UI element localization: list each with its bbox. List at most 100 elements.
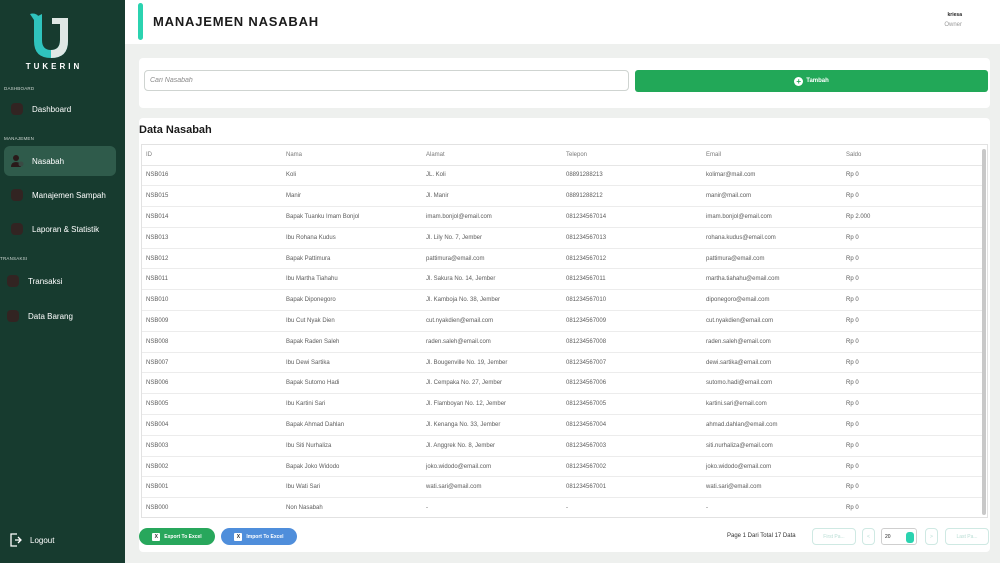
table-cell: Manir: [282, 185, 422, 208]
sidebar-item-laporan-statistik[interactable]: Laporan & Statistik: [4, 214, 116, 244]
next-page-button[interactable]: >: [925, 528, 938, 545]
table-cell: kolimar@mail.com: [702, 165, 842, 187]
column-header[interactable]: Email: [702, 145, 842, 166]
table-cell: 081234567004: [562, 414, 702, 436]
logout-button[interactable]: Logout: [10, 533, 54, 547]
table-row[interactable]: NSB009 Ibu Cut Nyak Dien cut.nyakdien@emai…: [142, 310, 982, 332]
spinner-icon[interactable]: [906, 532, 914, 543]
sidebar: TUKERIN DASHBOARD Dashboard MANAJEMEN Na…: [0, 0, 125, 563]
table-cell: Jl. Bougenville No. 19, Jember: [422, 352, 562, 374]
sidebar-item-transaksi[interactable]: Transaksi: [0, 266, 112, 296]
table-row[interactable]: NSB008 Bapak Raden Saleh raden.saleh@email…: [142, 331, 982, 353]
column-header[interactable]: Nama: [282, 145, 422, 166]
prev-page-button[interactable]: <: [862, 528, 875, 545]
table-cell: Ibu Kartini Sari: [282, 393, 422, 416]
sidebar-item-label: Manajemen Sampah: [32, 190, 106, 200]
table-cell: Rp 0: [842, 227, 982, 249]
table-cell: Jl. Lily No. 7, Jember: [422, 227, 562, 249]
trash-icon: [10, 188, 24, 202]
search-card: + Tambah: [139, 58, 990, 108]
sidebar-item-dashboard[interactable]: Dashboard: [4, 94, 116, 124]
table-cell: Bapak Ahmad Dahlan: [282, 414, 422, 436]
table-title: Data Nasabah: [139, 124, 212, 136]
section-label-transaksi: TRANSAKSI: [0, 256, 28, 261]
section-label-dashboard: DASHBOARD: [4, 86, 35, 91]
sidebar-item-label: Laporan & Statistik: [32, 224, 100, 234]
sidebar-item-manajemen-sampah[interactable]: Manajemen Sampah: [4, 180, 116, 210]
table-row[interactable]: NSB006 Bapak Sutomo Hadi Jl. Cempaka No. 2…: [142, 372, 982, 395]
transaction-icon: [6, 274, 20, 288]
table-cell: Rp 0: [842, 248, 982, 270]
table-cell: manir@mail.com: [702, 185, 842, 208]
table-scrollbar[interactable]: [982, 149, 986, 515]
table-cell: NSB006: [142, 372, 282, 395]
table-cell: Rp 0: [842, 165, 982, 187]
table-row[interactable]: NSB013 Ibu Rohana Kudus Jl. Lily No. 7, Je…: [142, 227, 982, 249]
table-cell: Rp 0: [842, 352, 982, 374]
add-nasabah-button[interactable]: + Tambah: [635, 70, 988, 92]
table-cell: joko.widodo@email.com: [702, 456, 842, 478]
page-size-value: 20: [885, 533, 891, 540]
table-cell: NSB007: [142, 352, 282, 374]
table-row[interactable]: NSB002 Bapak Joko Widodo joko.widodo@email…: [142, 456, 982, 478]
table-cell: Bapak Diponegoro: [282, 289, 422, 312]
sidebar-item-label: Nasabah: [32, 156, 65, 166]
brand-name: TUKERIN: [25, 62, 83, 71]
table-header-row: ID Nama Alamat Telepon Email Saldo: [142, 145, 982, 166]
search-input[interactable]: [144, 70, 629, 91]
table-row[interactable]: NSB004 Bapak Ahmad Dahlan Jl. Kenanga No. …: [142, 414, 982, 436]
table-cell: 081234567012: [562, 248, 702, 270]
table-cell: 081234567010: [562, 289, 702, 312]
table-row[interactable]: NSB014 Bapak Tuanku Imam Bonjol imam.bonjo…: [142, 206, 982, 228]
table-cell: NSB009: [142, 310, 282, 332]
page-header: MANAJEMEN NASABAH kriesa Owner: [125, 0, 1000, 44]
user-name[interactable]: kriesa: [948, 12, 962, 18]
table-cell: diponegoro@email.com: [702, 289, 842, 312]
column-header[interactable]: Alamat: [422, 145, 562, 166]
export-excel-button[interactable]: X Export To Excel: [139, 528, 215, 545]
table-cell: kartini.sari@email.com: [702, 393, 842, 416]
table-row[interactable]: NSB012 Bapak Pattimura pattimura@email.com…: [142, 248, 982, 270]
table-cell: NSB003: [142, 435, 282, 457]
table-cell: Rp 0: [842, 372, 982, 395]
table-cell: NSB002: [142, 456, 282, 478]
logout-label: Logout: [30, 535, 55, 545]
last-page-button[interactable]: Last Pa...: [945, 528, 989, 545]
column-header[interactable]: Telepon: [562, 145, 702, 166]
table-cell: wati.sari@email.com: [702, 476, 842, 499]
table-cell: Ibu Siti Nurhaliza: [282, 435, 422, 457]
table-row[interactable]: NSB000 Non Nasabah - - - Rp 0: [142, 497, 982, 517]
sidebar-item-data-barang[interactable]: Data Barang: [0, 301, 112, 331]
export-label: Export To Excel: [164, 533, 202, 540]
page-size-select[interactable]: 20: [881, 528, 917, 545]
table-row[interactable]: NSB016 Koli JL. Koli 08891288213 kolimar@mai…: [142, 165, 982, 187]
table-cell: cut.nyakdien@email.com: [702, 310, 842, 332]
table-cell: Rp 0: [842, 331, 982, 353]
table-cell: 081234567005: [562, 393, 702, 416]
table-cell: Jl. Kenanga No. 33, Jember: [422, 414, 562, 436]
sidebar-item-nasabah[interactable]: Nasabah: [4, 146, 116, 176]
table-row[interactable]: NSB015 Manir Jl. Manir 08891288212 manir@mai…: [142, 185, 982, 208]
table-cell: 081234567007: [562, 352, 702, 374]
table-row[interactable]: NSB003 Ibu Siti Nurhaliza Jl. Anggrek No. …: [142, 435, 982, 457]
table-row[interactable]: NSB010 Bapak Diponegoro Jl. Kamboja No. 38…: [142, 289, 982, 312]
sidebar-item-label: Dashboard: [32, 104, 72, 114]
table-row[interactable]: NSB005 Ibu Kartini Sari Jl. Flamboyan No. …: [142, 393, 982, 416]
import-excel-button[interactable]: X Import To Excel: [221, 528, 297, 545]
table-cell: Rp 0: [842, 435, 982, 457]
table-cell: sutomo.hadi@email.com: [702, 372, 842, 395]
column-header[interactable]: Saldo: [842, 145, 982, 166]
column-header[interactable]: ID: [142, 145, 282, 166]
table-cell: Rp 0: [842, 414, 982, 436]
table-cell: Ibu Rohana Kudus: [282, 227, 422, 249]
table-cell: NSB001: [142, 476, 282, 499]
table-cell: NSB000: [142, 497, 282, 517]
table-cell: imam.bonjol@email.com: [422, 206, 562, 228]
first-page-button[interactable]: First Pa...: [812, 528, 856, 545]
table-cell: NSB013: [142, 227, 282, 249]
table-cell: Rp 2.000: [842, 206, 982, 228]
table-row[interactable]: NSB011 Ibu Martha Tiahahu Jl. Sakura No. 1…: [142, 268, 982, 291]
table-row[interactable]: NSB001 Ibu Wati Sari wati.sari@email.com 08…: [142, 476, 982, 499]
table-cell: siti.nurhaliza@email.com: [702, 435, 842, 457]
table-row[interactable]: NSB007 Ibu Dewi Sartika Jl. Bougenville No…: [142, 352, 982, 374]
